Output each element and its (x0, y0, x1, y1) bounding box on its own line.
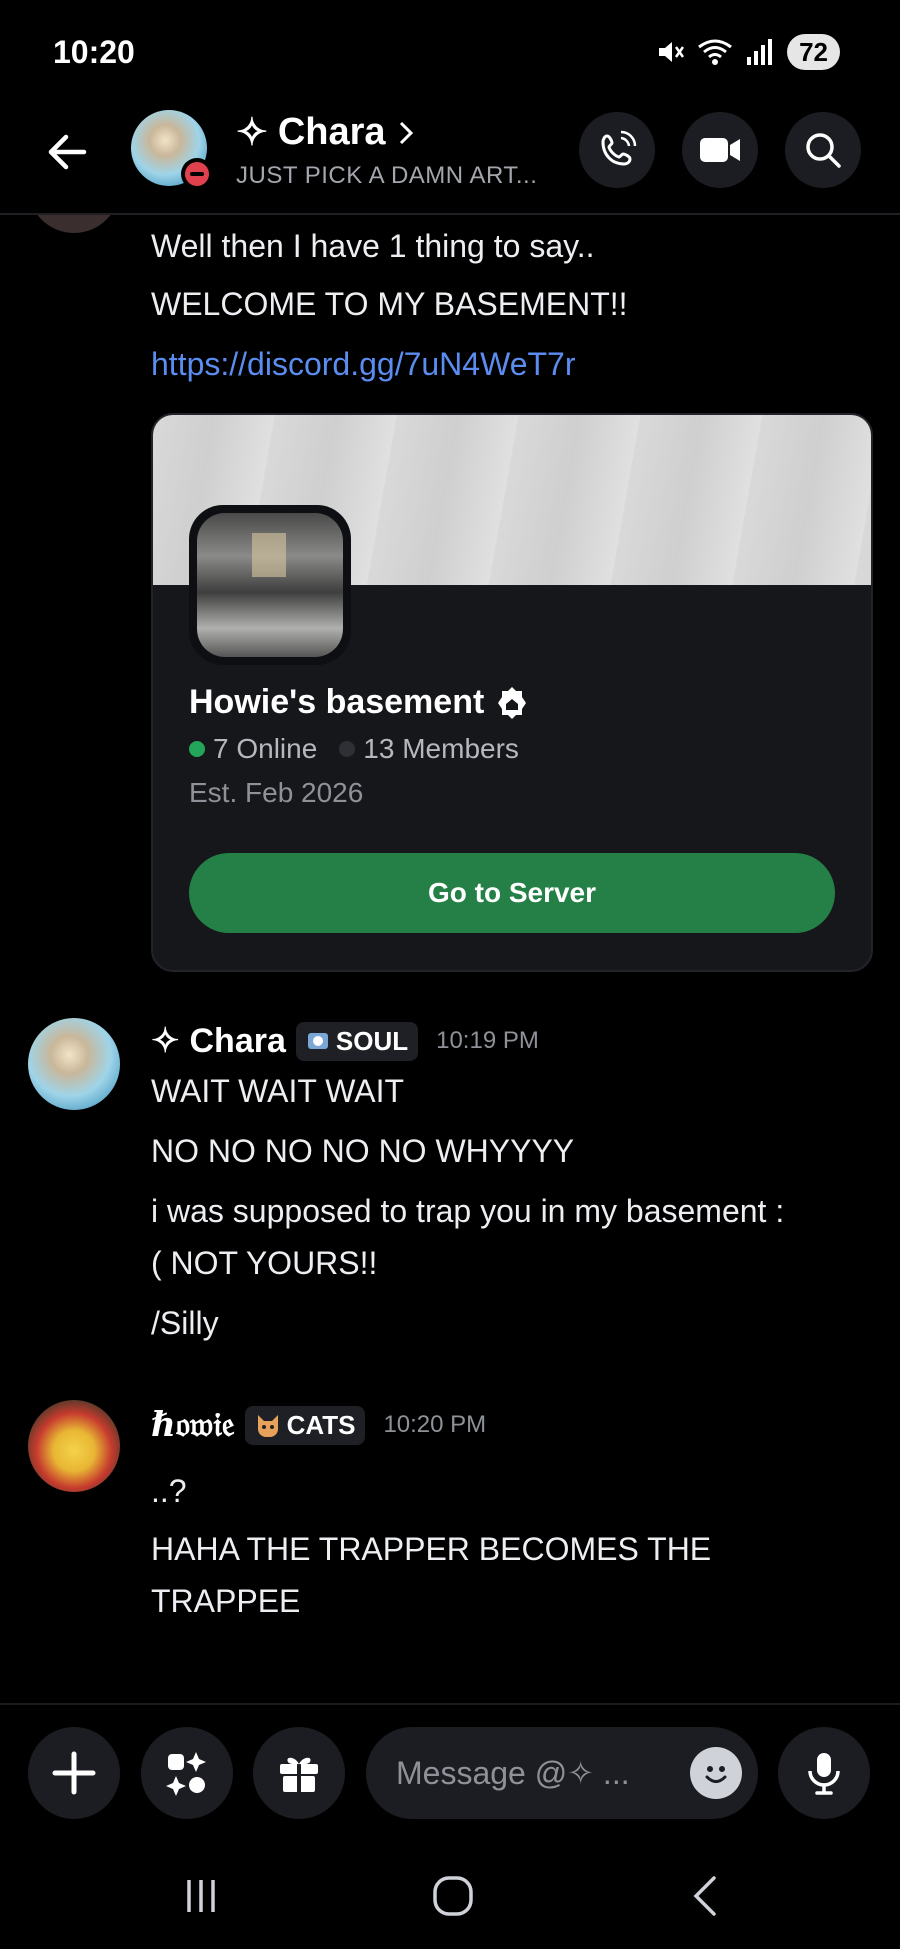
emoji-icon (698, 1755, 734, 1791)
header-status-text: JUST PICK A DAMN ART... (236, 162, 538, 189)
back-button[interactable] (40, 125, 94, 179)
message-text: ( NOT YOURS!! (151, 1245, 378, 1281)
server-icon (189, 505, 351, 665)
voice-call-button[interactable] (579, 112, 655, 188)
voice-message-button[interactable] (778, 1727, 870, 1819)
arrow-left-icon (48, 134, 87, 170)
home-button[interactable] (423, 1871, 483, 1921)
status-bar: 10:20 72 (0, 0, 900, 100)
gift-button[interactable] (253, 1727, 345, 1819)
community-badge-icon (498, 686, 527, 719)
server-stats: 7 Online 13 Members (189, 733, 519, 765)
message-list[interactable]: Well then I have 1 thing to say.. WELCOM… (0, 213, 900, 1703)
header-title[interactable]: ✧ Chara (236, 110, 416, 155)
message-timestamp: 10:19 PM (436, 1027, 539, 1054)
message-header: ✧ Chara SOUL 10:19 PM (151, 1021, 539, 1061)
system-navigation-bar (0, 1843, 900, 1949)
server-invite-card: Howie's basement 7 Online 13 Members Est… (151, 413, 873, 972)
video-camera-icon (700, 138, 740, 162)
server-name-text: Howie's basement (189, 683, 485, 721)
message-text: HAHA THE TRAPPER BECOMES THE (151, 1531, 712, 1567)
add-attachment-button[interactable] (28, 1727, 120, 1819)
soul-tag-icon (307, 1033, 328, 1049)
message-text: NO NO NO NO NO WHYYYY (151, 1133, 575, 1169)
message-composer (0, 1703, 900, 1845)
author-name[interactable]: ℏ𝔬𝔴𝔦𝔢 (151, 1405, 235, 1445)
microphone-icon (808, 1753, 840, 1795)
status-time: 10:20 (53, 34, 135, 70)
system-back-button[interactable] (675, 1871, 735, 1921)
member-count: 13 Members (363, 733, 519, 764)
guild-tag-text: CATS (286, 1409, 356, 1440)
emoji-button[interactable] (690, 1747, 742, 1799)
search-button[interactable] (785, 112, 861, 188)
members-dot-icon (339, 741, 356, 757)
wifi-icon (698, 39, 732, 65)
message-text: TRAPPEE (151, 1583, 301, 1619)
phone-icon (601, 130, 637, 166)
status-icons: 72 (655, 34, 840, 70)
mute-icon (659, 42, 685, 62)
chevron-right-icon (399, 121, 413, 144)
signal-icon (747, 39, 773, 65)
video-call-button[interactable] (682, 112, 758, 188)
apps-icon (166, 1752, 206, 1796)
chat-header: ✧ Chara JUST PICK A DAMN ART... (0, 100, 900, 215)
cat-tag-icon (257, 1415, 278, 1437)
go-to-server-button[interactable]: Go to Server (189, 853, 835, 933)
header-avatar[interactable] (131, 110, 213, 190)
recent-apps-icon (187, 1880, 215, 1912)
avatar[interactable] (28, 1018, 120, 1110)
avatar[interactable] (28, 1400, 120, 1492)
message-text: ..? (151, 1473, 187, 1509)
search-icon (806, 133, 841, 168)
server-established: Est. Feb 2026 (189, 777, 364, 808)
chevron-left-icon (693, 1876, 716, 1916)
home-icon (433, 1876, 473, 1916)
header-title-text: Chara (277, 111, 386, 153)
online-dot-icon (189, 741, 205, 757)
battery-badge: 72 (787, 34, 840, 70)
message-header: ℏ𝔬𝔴𝔦𝔢 CATS 10:20 PM (151, 1405, 486, 1445)
dnd-status-icon (181, 158, 213, 190)
message-text: WELCOME TO MY BASEMENT!! (151, 286, 628, 322)
invite-link[interactable]: https://discord.gg/7uN4WeT7r (151, 346, 576, 383)
guild-tag[interactable]: CATS (244, 1405, 366, 1445)
message-text: Well then I have 1 thing to say.. (151, 228, 595, 264)
sparkle-icon: ✧ (151, 1022, 180, 1060)
author-name[interactable]: Chara (190, 1022, 286, 1061)
message-timestamp: 10:20 PM (383, 1411, 487, 1438)
recent-apps-button[interactable] (171, 1871, 231, 1921)
guild-tag-text: SOUL (335, 1025, 409, 1056)
message-input[interactable] (394, 1753, 668, 1793)
server-name: Howie's basement (189, 683, 530, 722)
gift-icon (280, 1757, 318, 1792)
online-count: 7 Online (213, 733, 318, 764)
avatar[interactable] (28, 213, 120, 233)
message-input-wrapper[interactable] (366, 1727, 758, 1819)
sparkle-icon: ✧ (236, 112, 268, 154)
plus-icon (52, 1751, 96, 1795)
guild-tag[interactable]: SOUL (295, 1021, 419, 1061)
message-text: WAIT WAIT WAIT (151, 1073, 405, 1109)
message-text: i was supposed to trap you in my basemen… (151, 1193, 785, 1229)
apps-button[interactable] (141, 1727, 233, 1819)
message-text: /Silly (151, 1305, 219, 1341)
